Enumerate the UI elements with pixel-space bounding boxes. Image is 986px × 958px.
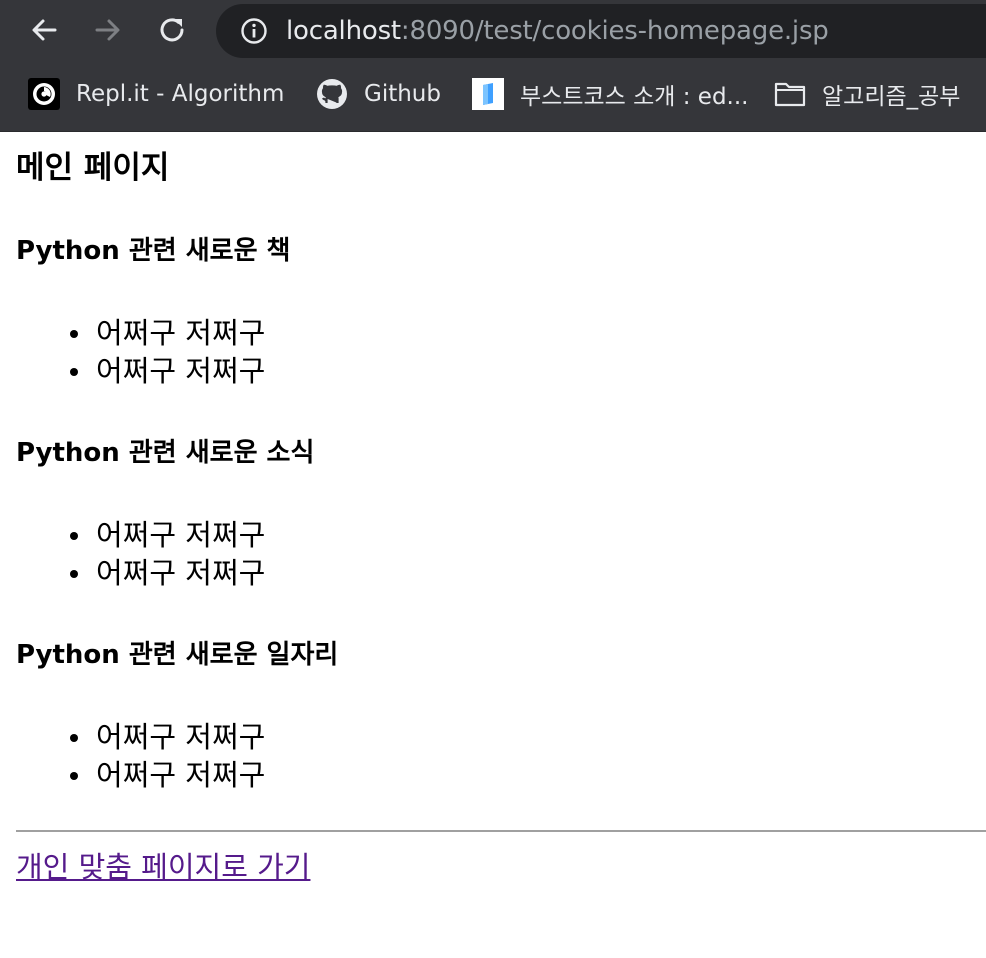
url-text[interactable]: localhost:8090/test/cookies-homepage.jsp — [286, 16, 829, 46]
section-heading-news: Python 관련 새로운 소식 — [16, 438, 315, 468]
bookmark-boostcourse[interactable]: 부스트코스 소개 : ed... — [472, 74, 749, 114]
reload-icon — [160, 18, 184, 42]
list-news: 어쩌구 저쩌구 어쩌구 저쩌구 — [0, 516, 265, 592]
forward-button[interactable] — [88, 10, 128, 50]
bookmark-label: Repl.it - Algorithm — [76, 81, 285, 107]
list-item: 어쩌구 저쩌구 — [69, 518, 266, 552]
arrow-right-icon — [95, 19, 120, 41]
boostcourse-icon — [472, 78, 504, 110]
bookmark-replit[interactable]: Repl.it - Algorithm — [28, 74, 284, 114]
browser-toolbar: localhost:8090/test/cookies-homepage.jsp — [0, 0, 986, 62]
list-item: 어쩌구 저쩌구 — [69, 556, 266, 590]
url-path: :8090/test/cookies-homepage.jsp — [400, 16, 829, 46]
page-title: 메인 페이지 — [16, 150, 170, 186]
bookmark-label: 알고리즘_공부 — [822, 84, 961, 110]
bookmark-github[interactable]: Github — [316, 74, 441, 114]
reload-button[interactable] — [152, 10, 192, 50]
list-jobs: 어쩌구 저쩌구 어쩌구 저쩌구 — [0, 718, 265, 794]
bookmarks-bar: Repl.it - Algorithm Github 부스트코스 소개 : ed… — [0, 66, 986, 122]
list-item: 어쩌구 저쩌구 — [69, 354, 266, 388]
bookmark-label: 부스트코스 소개 : ed... — [520, 84, 749, 110]
bookmark-folder[interactable]: 알고리즘_공부 — [774, 74, 960, 114]
section-heading-books: Python 관련 새로운 책 — [16, 236, 291, 266]
url-host: localhost — [286, 16, 401, 46]
list-item: 어쩌구 저쩌구 — [69, 316, 266, 350]
back-button[interactable] — [24, 10, 64, 50]
list-item: 어쩌구 저쩌구 — [69, 758, 266, 792]
github-icon — [317, 79, 347, 109]
browser-chrome: localhost:8090/test/cookies-homepage.jsp… — [0, 0, 986, 132]
bookmark-label: Github — [364, 81, 441, 107]
list-item: 어쩌구 저쩌구 — [69, 720, 266, 754]
personalized-page-link[interactable]: 개인 맞춤 페이지로 가기 — [16, 848, 310, 886]
replit-icon — [28, 78, 60, 110]
address-bar[interactable]: localhost:8090/test/cookies-homepage.jsp — [216, 4, 986, 58]
info-icon[interactable] — [240, 17, 268, 45]
list-books: 어쩌구 저쩌구 어쩌구 저쩌구 — [0, 314, 265, 390]
page-content: 메인 페이지 Python 관련 새로운 책 어쩌구 저쩌구 어쩌구 저쩌구 P… — [0, 148, 986, 884]
horizontal-rule — [16, 830, 986, 832]
arrow-left-icon — [32, 19, 57, 41]
section-heading-jobs: Python 관련 새로운 일자리 — [16, 640, 339, 670]
folder-icon — [774, 82, 806, 107]
